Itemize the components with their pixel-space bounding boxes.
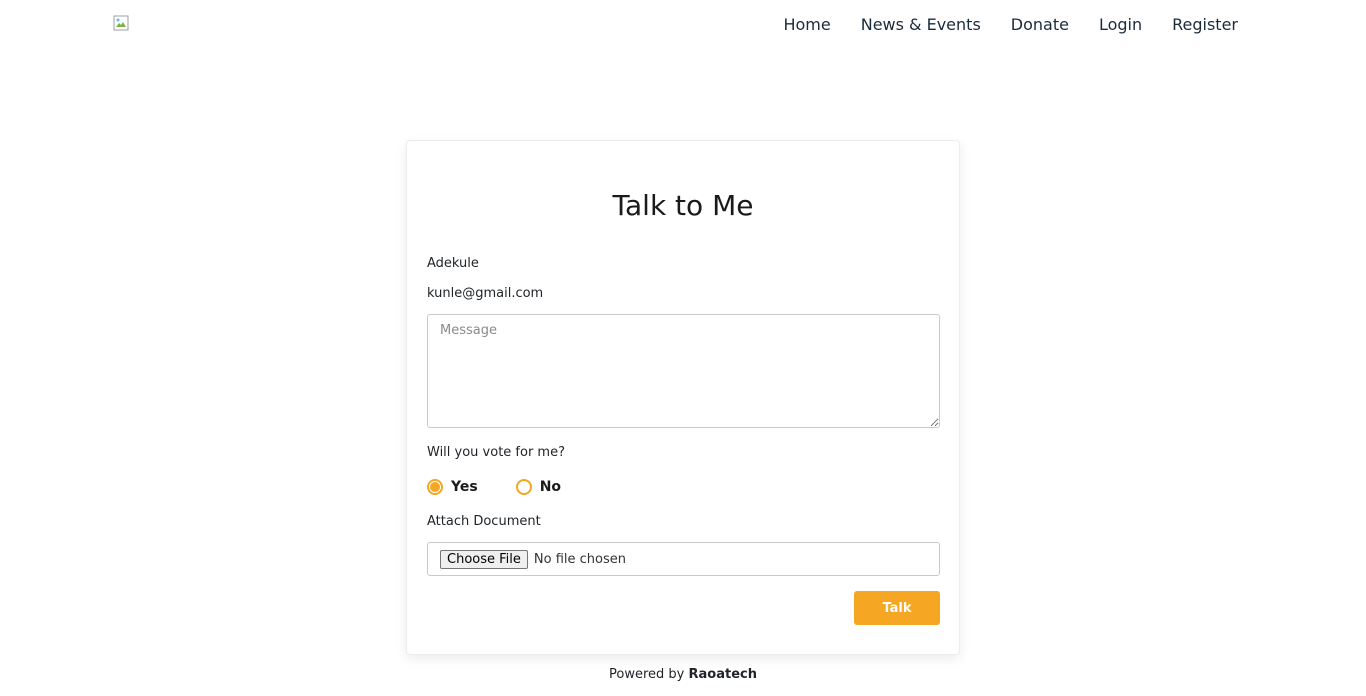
footer: Powered by Raoatech	[0, 667, 1366, 682]
nav-link-home[interactable]: Home	[783, 14, 830, 36]
name-value: Adekule	[427, 256, 479, 271]
choose-file-button[interactable]: Choose File	[440, 549, 528, 569]
vote-no-label: No	[539, 479, 562, 495]
vote-question: Will you vote for me?	[427, 445, 565, 460]
attach-document-label: Attach Document	[427, 514, 541, 529]
footer-brand: Raoatech	[688, 667, 757, 682]
talk-form-card: Talk to Me Adekule kunle@gmail.com Will …	[406, 140, 960, 655]
talk-submit-button[interactable]: Talk	[854, 591, 940, 625]
file-input[interactable]: Choose File No file chosen	[427, 542, 940, 576]
vote-yes-option[interactable]: Yes	[427, 479, 478, 495]
nav-links: Home News & Events Donate Login Register	[753, 14, 1238, 36]
nav-link-donate[interactable]: Donate	[1011, 14, 1069, 36]
file-status-text: No file chosen	[533, 551, 626, 567]
email-value: kunle@gmail.com	[427, 286, 544, 301]
vote-yes-label: Yes	[451, 479, 478, 495]
nav-link-login[interactable]: Login	[1099, 14, 1142, 36]
radio-checked-icon[interactable]	[427, 479, 443, 495]
nav-link-news-events[interactable]: News & Events	[861, 14, 981, 36]
vote-radio-group: Yes No	[427, 479, 599, 495]
form-title: Talk to Me	[612, 189, 754, 222]
navbar: Home News & Events Donate Login Register	[0, 0, 1366, 50]
message-textarea[interactable]	[427, 314, 940, 428]
vote-no-option[interactable]: No	[515, 479, 562, 495]
footer-prefix: Powered by	[609, 667, 685, 682]
nav-link-register[interactable]: Register	[1172, 14, 1238, 36]
radio-unchecked-icon[interactable]	[515, 479, 532, 495]
logo-broken-image-icon[interactable]	[113, 15, 129, 31]
